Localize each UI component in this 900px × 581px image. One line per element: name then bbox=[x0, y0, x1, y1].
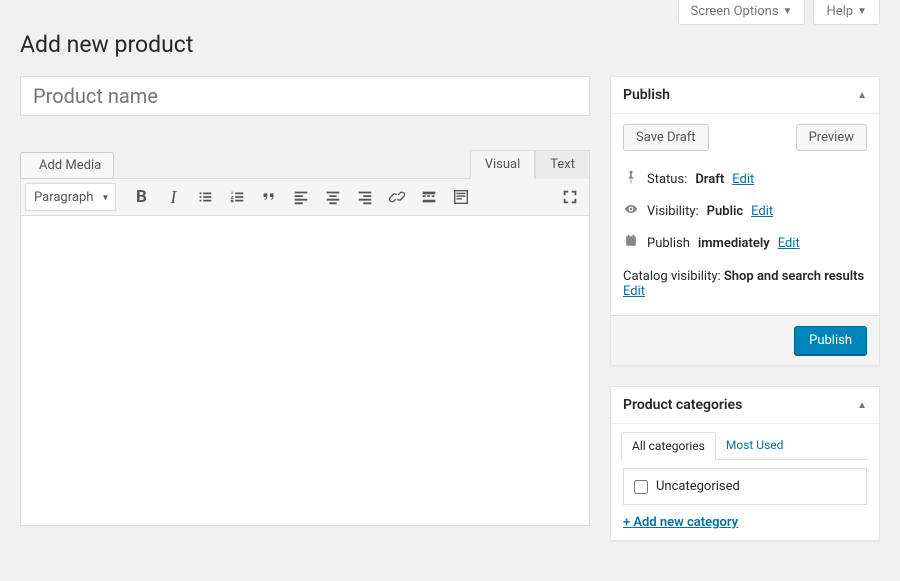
fullscreen-button[interactable] bbox=[555, 183, 585, 211]
add-media-button[interactable]: Add Media bbox=[20, 152, 114, 179]
edit-status-link[interactable]: Edit bbox=[732, 172, 754, 187]
pin-icon bbox=[623, 169, 639, 189]
calendar-icon bbox=[623, 233, 639, 253]
numbered-list-button[interactable] bbox=[222, 183, 252, 211]
screen-options-tab[interactable]: Screen Options ▼ bbox=[678, 0, 806, 25]
visibility-label: Visibility: bbox=[647, 204, 699, 219]
add-media-label: Add Media bbox=[39, 158, 101, 173]
publish-box-title: Publish bbox=[623, 87, 670, 103]
schedule-value: immediately bbox=[698, 236, 770, 251]
chevron-down-icon: ▼ bbox=[783, 6, 793, 17]
catalog-label: Catalog visibility: bbox=[623, 269, 721, 284]
editor-tab-text[interactable]: Text bbox=[535, 150, 590, 179]
toolbar-toggle-button[interactable] bbox=[446, 183, 476, 211]
bullet-list-button[interactable] bbox=[190, 183, 220, 211]
chevron-down-icon: ▼ bbox=[857, 6, 867, 17]
format-select[interactable]: Paragraph bbox=[25, 183, 116, 211]
catalog-value: Shop and search results bbox=[724, 269, 864, 284]
edit-visibility-link[interactable]: Edit bbox=[751, 204, 773, 219]
bold-button[interactable]: B bbox=[126, 183, 156, 211]
blockquote-button[interactable] bbox=[254, 183, 284, 211]
link-button[interactable] bbox=[382, 183, 412, 211]
tab-all-categories[interactable]: All categories bbox=[621, 432, 716, 460]
read-more-button[interactable] bbox=[414, 183, 444, 211]
page-title: Add new product bbox=[20, 31, 880, 58]
editor-tab-visual[interactable]: Visual bbox=[470, 150, 536, 179]
schedule-label: Publish bbox=[647, 236, 690, 251]
status-value: Draft bbox=[695, 172, 724, 187]
categories-box-title: Product categories bbox=[623, 397, 742, 413]
help-tab[interactable]: Help ▼ bbox=[813, 0, 880, 25]
preview-button[interactable]: Preview bbox=[796, 124, 867, 151]
visibility-value: Public bbox=[707, 204, 743, 219]
collapse-icon[interactable]: ▲ bbox=[857, 400, 867, 411]
publish-button[interactable]: Publish bbox=[794, 326, 867, 355]
format-select-value: Paragraph bbox=[34, 190, 93, 205]
eye-icon bbox=[623, 201, 639, 221]
tab-most-used[interactable]: Most Used bbox=[716, 432, 794, 459]
edit-catalog-link[interactable]: Edit bbox=[623, 284, 645, 299]
category-item[interactable]: Uncategorised bbox=[634, 479, 856, 494]
editor-toolbar: Paragraph B I bbox=[20, 178, 590, 216]
publish-box: Publish ▲ Save Draft Preview Status: Dra… bbox=[610, 76, 880, 366]
edit-schedule-link[interactable]: Edit bbox=[778, 236, 800, 251]
help-label: Help bbox=[826, 4, 853, 19]
category-checkbox[interactable] bbox=[634, 480, 648, 494]
italic-button[interactable]: I bbox=[158, 183, 188, 211]
category-label: Uncategorised bbox=[656, 479, 740, 494]
align-center-button[interactable] bbox=[318, 183, 348, 211]
collapse-icon[interactable]: ▲ bbox=[857, 90, 867, 101]
align-left-button[interactable] bbox=[286, 183, 316, 211]
align-right-button[interactable] bbox=[350, 183, 380, 211]
screen-options-label: Screen Options bbox=[691, 4, 779, 19]
content-editor[interactable] bbox=[20, 216, 590, 526]
categories-box: Product categories ▲ All categories Most… bbox=[610, 386, 880, 541]
product-name-input[interactable] bbox=[20, 76, 590, 116]
save-draft-button[interactable]: Save Draft bbox=[623, 124, 709, 151]
add-new-category-link[interactable]: + Add new category bbox=[623, 515, 867, 530]
status-label: Status: bbox=[647, 172, 687, 187]
